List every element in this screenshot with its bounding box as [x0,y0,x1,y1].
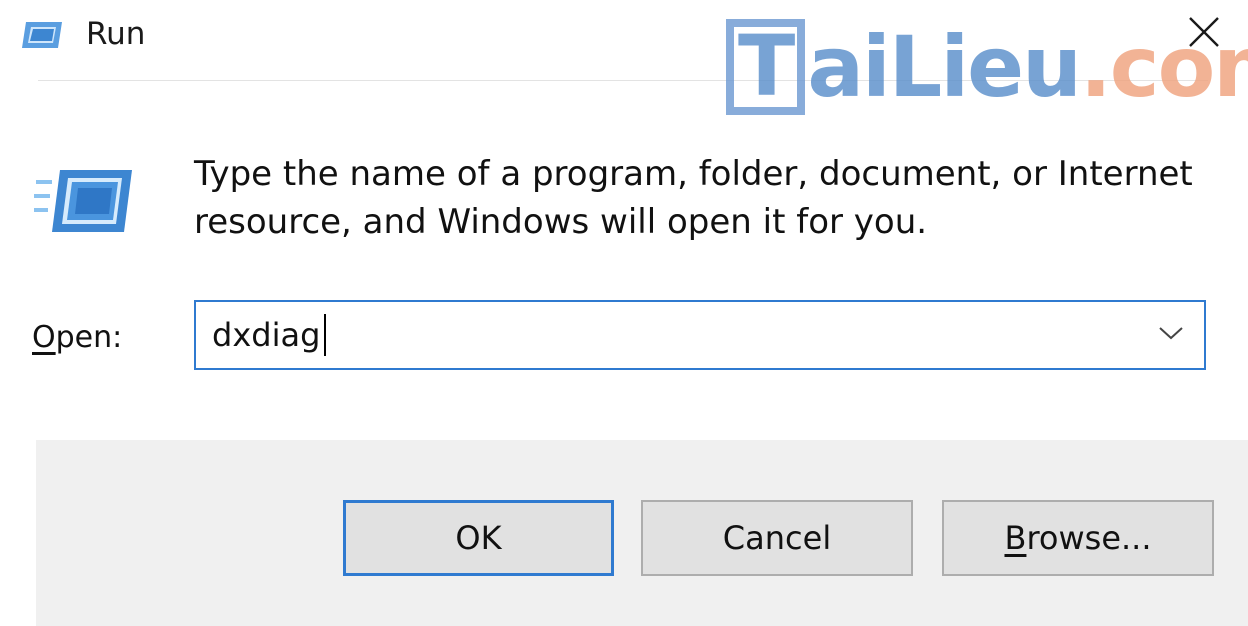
window-title: Run [86,16,146,52]
chevron-down-icon [1158,325,1184,345]
title-divider [38,80,1208,81]
open-input[interactable] [212,302,1132,368]
open-combobox[interactable] [194,300,1206,370]
close-icon [1187,15,1221,53]
open-label-mnemonic: O [32,320,56,355]
dropdown-button[interactable] [1146,310,1196,360]
cancel-button-label: Cancel [722,519,832,557]
title-bar: Run [0,0,1248,80]
text-caret [324,314,326,356]
open-label-rest: pen: [55,320,123,355]
close-button[interactable] [1170,6,1238,62]
run-dialog: Run TaiLieu.com Type the name of a prog [0,0,1248,626]
description-line-1: Type the name of a program, folder, docu… [194,154,1193,194]
cancel-button[interactable]: Cancel [641,500,913,576]
run-large-icon [32,166,134,236]
ok-button[interactable]: OK [343,500,614,576]
run-icon [20,20,64,50]
ok-button-label: OK [455,519,502,557]
browse-button-mnemonic: B [1004,519,1027,557]
open-label: Open: [32,318,122,358]
browse-button-label: rowse... [1026,519,1152,557]
description-text: Type the name of a program, folder, docu… [194,150,1214,246]
description-line-2: resource, and Windows will open it for y… [194,202,928,242]
browse-button[interactable]: Browse... [942,500,1214,576]
